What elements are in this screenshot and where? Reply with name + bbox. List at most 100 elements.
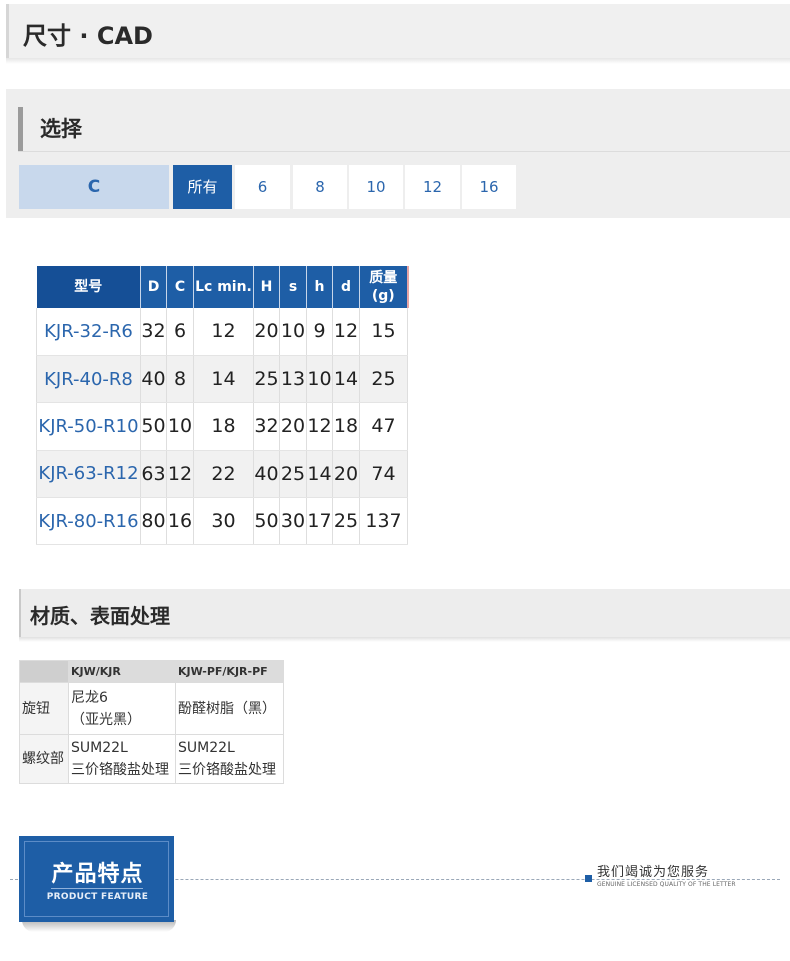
materials-header-shadow — [19, 637, 790, 642]
table-row: KJR-32-R6 32 6 12 20 10 9 12 15 — [36, 308, 408, 356]
cell-value: 12 — [332, 308, 360, 356]
service-square-icon — [585, 875, 592, 882]
header-shadow — [6, 58, 790, 64]
cell-model[interactable]: KJR-40-R8 — [36, 355, 141, 404]
cell-value: 63 — [140, 450, 167, 499]
mass-unit: (g) — [371, 288, 395, 304]
cell-value: 20 — [332, 450, 360, 499]
cell-value: 14 — [193, 355, 254, 404]
cell-value: 50 — [140, 402, 167, 451]
cell-value: 15 — [359, 308, 408, 356]
materials-col-kjw: KJW/KJR — [68, 660, 176, 683]
selection-panel: 选择 C 所有 6 8 10 12 16 — [6, 89, 790, 218]
materials-header-row: KJW/KJR KJW-PF/KJR-PF — [19, 660, 284, 683]
cell-value: 10 — [306, 355, 333, 404]
cell-value: 32 — [253, 402, 280, 451]
cell-value: 14 — [332, 355, 360, 404]
material-line: 尼龙6 — [71, 689, 108, 706]
materials-row: 旋钮 尼龙6 （亚光黑） 酚醛树脂（黑） — [19, 682, 284, 735]
selection-title: 选择 — [18, 107, 82, 151]
feature-badge-frame: 产品特点 PRODUCT FEATURE — [24, 841, 169, 917]
material-line: 三价铬酸盐处理 — [71, 762, 169, 778]
col-header-mass: 质量 (g) — [359, 266, 409, 308]
section-header-dimensions: 尺寸 · CAD — [6, 4, 790, 58]
service-slogan-cn: 我们竭诚为您服务 — [597, 865, 710, 880]
filter-option-all[interactable]: 所有 — [173, 165, 232, 209]
cell-value: 80 — [140, 497, 167, 546]
cell-value: 74 — [359, 450, 408, 499]
table-row: KJR-40-R8 40 8 14 25 13 10 14 25 — [36, 355, 408, 404]
cell-value: 30 — [193, 497, 254, 546]
cell-value: 20 — [253, 308, 280, 356]
feature-title-en: PRODUCT FEATURE — [46, 892, 149, 902]
cell-model[interactable]: KJR-32-R6 — [36, 308, 141, 356]
mass-label: 质量 — [369, 270, 398, 286]
materials-corner-cell — [19, 660, 69, 683]
selection-divider — [18, 151, 790, 152]
cell-value: 13 — [279, 355, 307, 404]
cell-value: 10 — [166, 402, 194, 451]
material-line: SUM22L — [178, 740, 235, 756]
cell-value: 25 — [332, 497, 360, 546]
col-header-lc-min: Lc min. — [193, 266, 254, 308]
col-header-d-upper: D — [140, 266, 167, 308]
cell-value: 30 — [279, 497, 307, 546]
cell-value: 12 — [306, 402, 333, 451]
col-header-c: C — [166, 266, 194, 308]
materials-col-pf: KJW-PF/KJR-PF — [175, 660, 284, 683]
cell-model[interactable]: KJR-80-R16 — [36, 497, 141, 546]
cell-value: 40 — [140, 355, 167, 404]
dimensions-table: 型号 D C Lc min. H s h d 质量 (g) KJR-32-R6 3… — [36, 266, 409, 546]
table-row: KJR-80-R16 80 16 30 50 30 17 25 137 — [36, 497, 408, 546]
materials-cell: SUM22L 三价铬酸盐处理 — [175, 734, 284, 784]
cell-model[interactable]: KJR-63-R12 — [36, 450, 141, 499]
cell-value: 16 — [166, 497, 194, 546]
cell-value: 6 — [166, 308, 194, 356]
cell-value: 50 — [253, 497, 280, 546]
filter-option-6[interactable]: 6 — [235, 165, 290, 209]
filter-option-10[interactable]: 10 — [349, 165, 403, 209]
cell-value: 20 — [279, 402, 307, 451]
section-header-materials: 材质、表面处理 — [19, 589, 790, 637]
cell-value: 12 — [166, 450, 194, 499]
materials-table: KJW/KJR KJW-PF/KJR-PF 旋钮 尼龙6 （亚光黑） 酚醛树脂（黑… — [19, 660, 284, 784]
cell-value: 137 — [359, 497, 408, 546]
cell-value: 32 — [140, 308, 167, 356]
product-feature-badge: 产品特点 PRODUCT FEATURE — [19, 836, 174, 922]
cell-value: 25 — [359, 355, 408, 404]
feature-title-cn: 产品特点 — [51, 862, 144, 887]
table-header-row: 型号 D C Lc min. H s h d 质量 (g) — [36, 266, 409, 308]
service-slogan-en: GENUINE LICENSED QUALITY OF THE LETTER — [597, 881, 736, 888]
cell-value: 47 — [359, 402, 408, 451]
cell-value: 25 — [279, 450, 307, 499]
cell-value: 22 — [193, 450, 254, 499]
col-header-d-lower: d — [332, 266, 360, 308]
page-title: 尺寸 · CAD — [23, 22, 153, 50]
col-header-h-lower: h — [306, 266, 333, 308]
materials-cell: 尼龙6 （亚光黑） — [68, 682, 176, 735]
filter-option-12[interactable]: 12 — [405, 165, 460, 209]
cell-value: 12 — [193, 308, 254, 356]
filter-label-c: C — [19, 165, 169, 209]
cell-value: 8 — [166, 355, 194, 404]
materials-cell: SUM22L 三价铬酸盐处理 — [68, 734, 176, 784]
material-line: 三价铬酸盐处理 — [178, 762, 276, 778]
col-header-model: 型号 — [36, 266, 141, 308]
table-row: KJR-63-R12 63 12 22 40 25 14 20 74 — [36, 450, 408, 499]
cell-value: 40 — [253, 450, 280, 499]
cell-value: 9 — [306, 308, 333, 356]
materials-title: 材质、表面处理 — [30, 604, 170, 628]
materials-row-name: 旋钮 — [19, 682, 69, 735]
filter-option-8[interactable]: 8 — [293, 165, 347, 209]
feature-title-underline — [51, 888, 143, 889]
material-line: 酚醛树脂（黑） — [178, 700, 276, 717]
col-header-s: s — [279, 266, 307, 308]
filter-option-16[interactable]: 16 — [462, 165, 516, 209]
materials-row-name: 螺纹部 — [19, 734, 69, 784]
material-line: SUM22L — [71, 740, 128, 756]
materials-row: 螺纹部 SUM22L 三价铬酸盐处理 SUM22L 三价铬酸盐处理 — [19, 734, 284, 784]
cell-value: 18 — [193, 402, 254, 451]
col-header-h-upper: H — [253, 266, 280, 308]
cell-model[interactable]: KJR-50-R10 — [36, 402, 141, 451]
cell-value: 25 — [253, 355, 280, 404]
